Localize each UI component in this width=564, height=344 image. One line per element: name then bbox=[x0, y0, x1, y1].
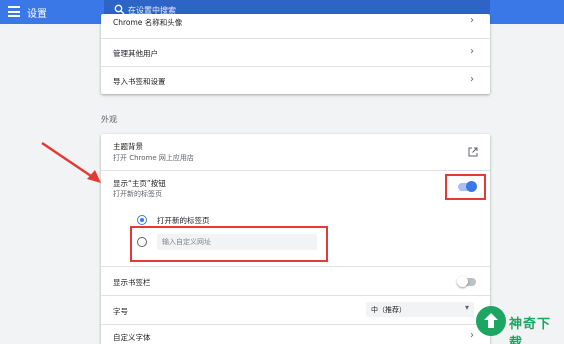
home-button-title: 显示“主页”按钮 bbox=[113, 179, 166, 188]
chevron-right-icon: › bbox=[470, 15, 474, 26]
highlight-box-custom-url bbox=[130, 226, 328, 262]
home-button-subtitle: 打开新的标签页 bbox=[113, 190, 162, 198]
people-settings-card: Chrome 名称和头像 › 管理其他用户 › 导入书签和设置 › bbox=[101, 14, 490, 94]
bookmarks-bar-row: 显示书签栏 bbox=[101, 267, 490, 295]
radio-label-new-tab: 打开新的标签页 bbox=[157, 216, 210, 225]
theme-row[interactable]: 主题背景 打开 Chrome 网上应用店 bbox=[101, 134, 490, 170]
custom-fonts-row[interactable]: 自定义字体 › bbox=[101, 325, 490, 344]
watermark-logo-icon bbox=[476, 306, 506, 336]
annotation-arrow-icon bbox=[41, 141, 101, 183]
section-title-appearance: 外观 bbox=[101, 115, 117, 124]
list-item-chrome-name[interactable]: Chrome 名称和头像 › bbox=[101, 10, 490, 38]
list-item-label: Chrome 名称和头像 bbox=[113, 18, 183, 27]
radio-button-new-tab[interactable] bbox=[137, 215, 147, 225]
page-title: 设置 bbox=[27, 9, 47, 20]
list-item-label: 管理其他用户 bbox=[113, 49, 158, 58]
bookmarks-bar-toggle[interactable] bbox=[457, 276, 476, 287]
chevron-right-icon: › bbox=[470, 46, 474, 57]
font-size-title: 字号 bbox=[113, 307, 128, 316]
list-item-label: 导入书签和设置 bbox=[113, 77, 166, 86]
chevron-down-icon: ▾ bbox=[464, 303, 469, 312]
bookmarks-bar-title: 显示书签栏 bbox=[113, 278, 151, 287]
toggle-knob bbox=[457, 276, 468, 287]
custom-fonts-title: 自定义字体 bbox=[113, 333, 151, 342]
watermark-text: 神奇下载 bbox=[509, 317, 552, 344]
external-link-icon[interactable] bbox=[468, 147, 478, 157]
list-item-manage-users[interactable]: 管理其他用户 › bbox=[101, 39, 490, 66]
theme-title: 主题背景 bbox=[113, 142, 143, 151]
list-item-import-bookmarks[interactable]: 导入书签和设置 › bbox=[101, 67, 490, 94]
hamburger-menu-icon[interactable] bbox=[8, 6, 20, 17]
home-button-row: 显示“主页”按钮 打开新的标签页 bbox=[101, 171, 490, 205]
font-size-select[interactable]: 中（推荐） ▾ bbox=[366, 302, 474, 317]
watermark: 神奇下载 bbox=[476, 304, 560, 344]
chevron-right-icon: › bbox=[470, 74, 474, 85]
theme-subtitle: 打开 Chrome 网上应用店 bbox=[113, 154, 194, 162]
highlight-box-toggle bbox=[445, 174, 486, 200]
chevron-right-icon: › bbox=[470, 330, 474, 341]
font-size-value: 中（推荐） bbox=[371, 306, 406, 314]
